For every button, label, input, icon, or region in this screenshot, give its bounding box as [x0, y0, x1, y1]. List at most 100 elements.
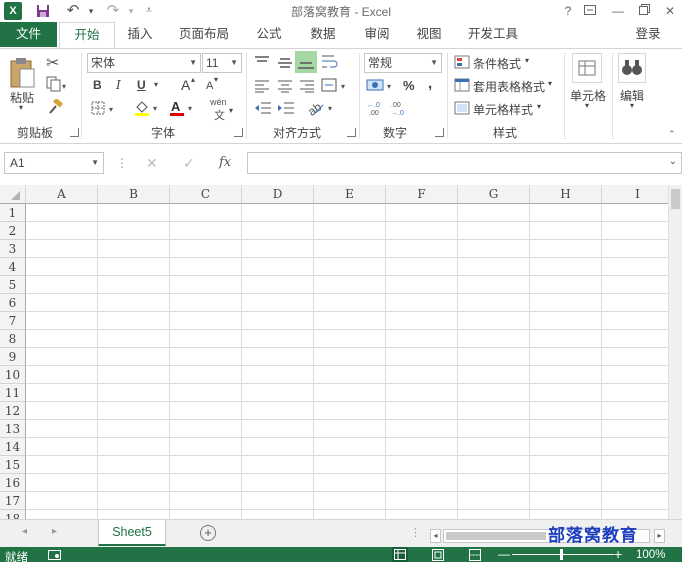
- row-header[interactable]: 5: [0, 276, 26, 294]
- alignment-launcher-icon[interactable]: [347, 128, 356, 137]
- underline-button[interactable]: U: [137, 78, 146, 92]
- fill-color-icon[interactable]: ▾: [133, 99, 163, 120]
- cancel-icon[interactable]: ✕: [146, 155, 158, 172]
- tab-review[interactable]: 审阅: [356, 22, 398, 47]
- number-format-select[interactable]: 常规 ▼: [364, 53, 442, 73]
- normal-view-icon[interactable]: [392, 547, 408, 562]
- expand-formula-bar-icon[interactable]: ⌄: [669, 156, 677, 167]
- row-header[interactable]: 12: [0, 402, 26, 420]
- increase-indent-icon[interactable]: [277, 101, 295, 118]
- decrease-font-button[interactable]: A: [206, 80, 213, 92]
- format-as-table-button[interactable]: 套用表格格式: [473, 78, 545, 95]
- row-header[interactable]: 9: [0, 348, 26, 366]
- align-bottom-icon[interactable]: [295, 51, 317, 73]
- align-right-icon[interactable]: [299, 79, 315, 96]
- comma-style-button[interactable]: ,: [428, 75, 432, 92]
- tab-file[interactable]: 文件: [0, 22, 57, 47]
- increase-font-button[interactable]: A: [181, 77, 190, 93]
- align-top-icon[interactable]: [254, 55, 270, 72]
- column-header[interactable]: I: [602, 185, 668, 204]
- hscroll-thumb[interactable]: [446, 532, 546, 540]
- underline-dropdown-icon[interactable]: ▾: [154, 80, 158, 89]
- row-header[interactable]: 16: [0, 474, 26, 492]
- row-header[interactable]: 10: [0, 366, 26, 384]
- clipboard-launcher-icon[interactable]: [70, 128, 79, 137]
- column-header[interactable]: B: [98, 185, 170, 204]
- italic-button[interactable]: I: [116, 78, 121, 92]
- chevron-down-icon[interactable]: ▼: [91, 153, 99, 173]
- binoculars-icon[interactable]: [618, 53, 646, 83]
- font-launcher-icon[interactable]: [234, 128, 243, 137]
- column-header[interactable]: E: [314, 185, 386, 204]
- column-header[interactable]: F: [386, 185, 458, 204]
- cell-styles-button[interactable]: 单元格样式: [473, 101, 533, 118]
- tab-data[interactable]: 数据: [302, 22, 344, 47]
- enter-icon[interactable]: ✓: [183, 155, 195, 172]
- font-color-icon[interactable]: A ▾: [168, 99, 198, 120]
- zoom-out-button[interactable]: —: [498, 547, 510, 561]
- zoom-level[interactable]: 100%: [636, 549, 665, 561]
- number-launcher-icon[interactable]: [435, 128, 444, 137]
- font-name-select[interactable]: 宋体 ▼: [87, 53, 201, 73]
- restore-button[interactable]: [634, 2, 654, 20]
- copy-icon[interactable]: ▾: [46, 76, 68, 95]
- column-header[interactable]: A: [26, 185, 98, 204]
- collapse-ribbon-icon[interactable]: ⌃: [668, 129, 676, 140]
- tab-home[interactable]: 开始: [59, 22, 115, 49]
- decrease-indent-icon[interactable]: [254, 101, 272, 118]
- row-header[interactable]: 17: [0, 492, 26, 510]
- ribbon-display-options-icon[interactable]: [580, 2, 600, 20]
- formula-input[interactable]: ⌄: [247, 152, 682, 174]
- row-header[interactable]: 3: [0, 240, 26, 258]
- cut-icon[interactable]: ✂: [46, 53, 59, 73]
- column-header[interactable]: G: [458, 185, 530, 204]
- tab-split-grip-icon[interactable]: ⋮: [410, 526, 421, 539]
- tab-insert[interactable]: 插入: [118, 22, 162, 47]
- close-button[interactable]: ✕: [660, 2, 680, 20]
- zoom-in-button[interactable]: +: [614, 546, 622, 562]
- worksheet-grid[interactable]: A B C D E F G H I 1 2 3 4 5 6 7 8 9 10 1…: [0, 185, 668, 519]
- row-header[interactable]: 11: [0, 384, 26, 402]
- help-button[interactable]: ?: [558, 2, 578, 20]
- row-header[interactable]: 15: [0, 456, 26, 474]
- sheet-tab-active[interactable]: Sheet5: [98, 520, 166, 546]
- cell-styles-dropdown-icon[interactable]: ▾: [537, 102, 541, 111]
- row-header[interactable]: 1: [0, 204, 26, 222]
- row-header[interactable]: 6: [0, 294, 26, 312]
- cells-dropdown-icon[interactable]: ▾: [585, 101, 589, 110]
- bold-button[interactable]: B: [93, 78, 102, 92]
- align-middle-icon[interactable]: [277, 55, 293, 72]
- scroll-sheets-left-icon[interactable]: ◂: [22, 526, 27, 537]
- insert-function-icon[interactable]: fx: [219, 155, 231, 170]
- increase-decimal-icon[interactable]: ←.0.00: [366, 99, 386, 120]
- name-box[interactable]: A1 ▼: [4, 152, 104, 174]
- sign-in-link[interactable]: 登录: [628, 22, 668, 47]
- decrease-decimal-icon[interactable]: .00 →.0: [390, 99, 410, 120]
- format-as-table-icon[interactable]: [454, 78, 470, 95]
- format-as-table-dropdown-icon[interactable]: ▾: [548, 79, 552, 88]
- tab-page-layout[interactable]: 页面布局: [172, 22, 236, 47]
- conditional-formatting-button[interactable]: 条件格式: [473, 55, 521, 72]
- wrap-text-icon[interactable]: [321, 53, 339, 74]
- column-header[interactable]: H: [530, 185, 602, 204]
- format-painter-icon[interactable]: [46, 97, 64, 118]
- font-size-select[interactable]: 11 ▼: [202, 53, 242, 73]
- select-all-corner[interactable]: [0, 185, 26, 204]
- paste-icon[interactable]: [8, 57, 36, 92]
- row-header[interactable]: 8: [0, 330, 26, 348]
- merge-center-icon[interactable]: ▾: [321, 77, 351, 96]
- vertical-scrollbar[interactable]: [668, 185, 682, 519]
- hscroll-right-icon[interactable]: ▸: [654, 529, 665, 543]
- borders-icon[interactable]: ▾: [91, 101, 117, 118]
- zoom-slider-thumb[interactable]: [560, 549, 563, 560]
- editing-dropdown-icon[interactable]: ▾: [630, 101, 634, 110]
- phonetic-dropdown-icon[interactable]: ▾: [229, 106, 233, 115]
- row-header[interactable]: 4: [0, 258, 26, 276]
- align-center-icon[interactable]: [277, 79, 293, 96]
- tab-developer[interactable]: 开发工具: [462, 22, 524, 47]
- accounting-format-icon[interactable]: ▾: [366, 77, 396, 98]
- align-left-icon[interactable]: [254, 79, 270, 96]
- column-header[interactable]: C: [170, 185, 242, 204]
- column-header[interactable]: D: [242, 185, 314, 204]
- row-header[interactable]: 2: [0, 222, 26, 240]
